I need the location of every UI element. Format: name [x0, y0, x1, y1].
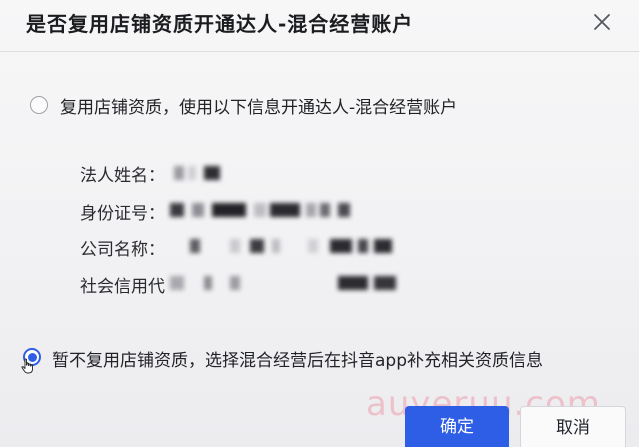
- id-number-value-redacted: [170, 203, 354, 217]
- legal-name-value-redacted: [174, 166, 226, 180]
- credit-code-label: 社会信用代: [80, 277, 165, 297]
- company-name-label: 公司名称：: [80, 240, 165, 260]
- confirm-button[interactable]: 确定: [405, 406, 509, 447]
- title-divider: [0, 51, 639, 52]
- reuse-qualification-dialog: 是否复用店铺资质开通达人-混合经营账户 复用店铺资质，使用以下信息开通达人-混合…: [0, 0, 639, 447]
- company-name-value-redacted: [190, 239, 400, 253]
- id-number-label: 身份证号：: [80, 204, 165, 224]
- credit-code-value-redacted: [170, 276, 400, 290]
- legal-name-label: 法人姓名：: [80, 166, 165, 186]
- no-reuse-option-label[interactable]: 暂不复用店铺资质，选择混合经营后在抖音app补充相关资质信息: [52, 346, 543, 371]
- dialog-title: 是否复用店铺资质开通达人-混合经营账户: [26, 12, 414, 36]
- reuse-radio[interactable]: [30, 96, 48, 114]
- cancel-button[interactable]: 取消: [520, 406, 626, 447]
- close-icon[interactable]: [589, 9, 615, 35]
- reuse-option-label[interactable]: 复用店铺资质，使用以下信息开通达人-混合经营账户: [60, 93, 457, 118]
- hand-cursor-icon: [21, 358, 35, 374]
